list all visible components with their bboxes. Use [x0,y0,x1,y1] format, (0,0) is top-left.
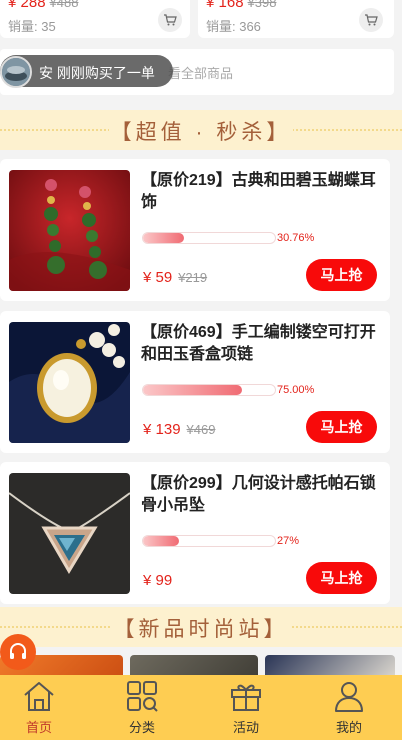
section-title: 【新品时尚站】 [111,618,291,641]
add-to-cart-button[interactable] [359,8,383,32]
product-title[interactable]: 【原价469】手工编制镂空可打开和田玉香盒项链 [141,322,381,366]
sold-progress-bar [142,384,276,396]
product-price: ¥ 99 [143,572,173,589]
tab-activity[interactable]: 活动 [196,675,296,740]
product-card[interactable]: ¥ 288 ¥488 销量: 35 [0,0,190,38]
gift-icon [231,684,261,711]
progress-fill [143,536,179,546]
sales-count: 销量: 35 [8,19,56,34]
bottom-tab-bar: 首页 分类 活动 我的 [0,675,402,740]
headset-icon [10,643,26,659]
purchase-notice-text: 安 刚刚购买了一单 [39,65,155,81]
customer-service-button[interactable] [0,634,36,670]
flash-sale-item[interactable]: 【原价219】古典和田碧玉蝴蝶耳饰 30.76% ¥ 59 ¥219 马上抢 [0,159,390,301]
flash-sale-item[interactable]: 【原价299】几何设计感托帕石锁骨小吊坠 27% ¥ 99 马上抢 [0,462,390,604]
sold-progress-bar [142,535,276,547]
sold-progress-bar [142,232,276,244]
product-price: ¥ 168 ¥398 [206,0,276,11]
user-icon [335,682,363,712]
category-icon [127,681,158,712]
product-image[interactable] [9,322,130,443]
progress-fill [143,233,184,243]
buy-now-button[interactable]: 马上抢 [306,562,377,594]
buyer-avatar [0,56,32,88]
tab-label: 首页 [25,720,52,735]
product-title[interactable]: 【原价299】几何设计感托帕石锁骨小吊坠 [141,473,381,517]
section-title: 【超值 · 秒杀】 [108,121,294,144]
original-price: ¥398 [247,0,277,10]
product-image[interactable] [9,473,130,594]
product-price: ¥ 139 ¥469 [143,421,216,438]
purchase-notice-toast: 安 刚刚购买了一单 [0,55,173,88]
cart-icon [365,14,378,26]
home-icon [24,682,54,711]
new-arrivals-header: 【新品时尚站】 [0,607,402,647]
product-title[interactable]: 【原价219】古典和田碧玉蝴蝶耳饰 [141,170,381,214]
tab-home[interactable]: 首页 [0,675,89,740]
sold-percentage: 27% [277,535,300,547]
tab-label: 分类 [128,720,155,735]
product-price: ¥ 59 ¥219 [143,269,208,286]
tab-category[interactable]: 分类 [92,675,192,740]
product-image[interactable] [9,170,130,291]
product-card[interactable]: ¥ 168 ¥398 销量: 366 [198,0,394,38]
sold-percentage: 75.00% [277,384,315,396]
tab-label: 我的 [335,720,362,735]
original-price: ¥469 [186,422,216,437]
cart-icon [164,14,177,26]
buy-now-button[interactable]: 马上抢 [306,259,377,291]
sold-percentage: 30.76% [277,232,315,244]
flash-sale-header: 【超值 · 秒杀】 [0,110,402,150]
original-price: ¥488 [49,0,79,10]
tab-label: 活动 [232,720,259,735]
original-price: ¥219 [178,270,208,285]
sales-count: 销量: 366 [206,19,261,34]
buy-now-button[interactable]: 马上抢 [306,411,377,443]
view-all-products-link[interactable]: 看全部商品 [168,63,233,82]
progress-fill [143,385,242,395]
tab-profile[interactable]: 我的 [299,675,399,740]
top-product-row: ¥ 288 ¥488 销量: 35 ¥ 168 ¥398 销量: 366 [0,0,402,40]
flash-sale-item[interactable]: 【原价469】手工编制镂空可打开和田玉香盒项链 75.00% ¥ 139 ¥469… [0,311,390,453]
add-to-cart-button[interactable] [158,8,182,32]
product-price: ¥ 288 ¥488 [8,0,78,11]
